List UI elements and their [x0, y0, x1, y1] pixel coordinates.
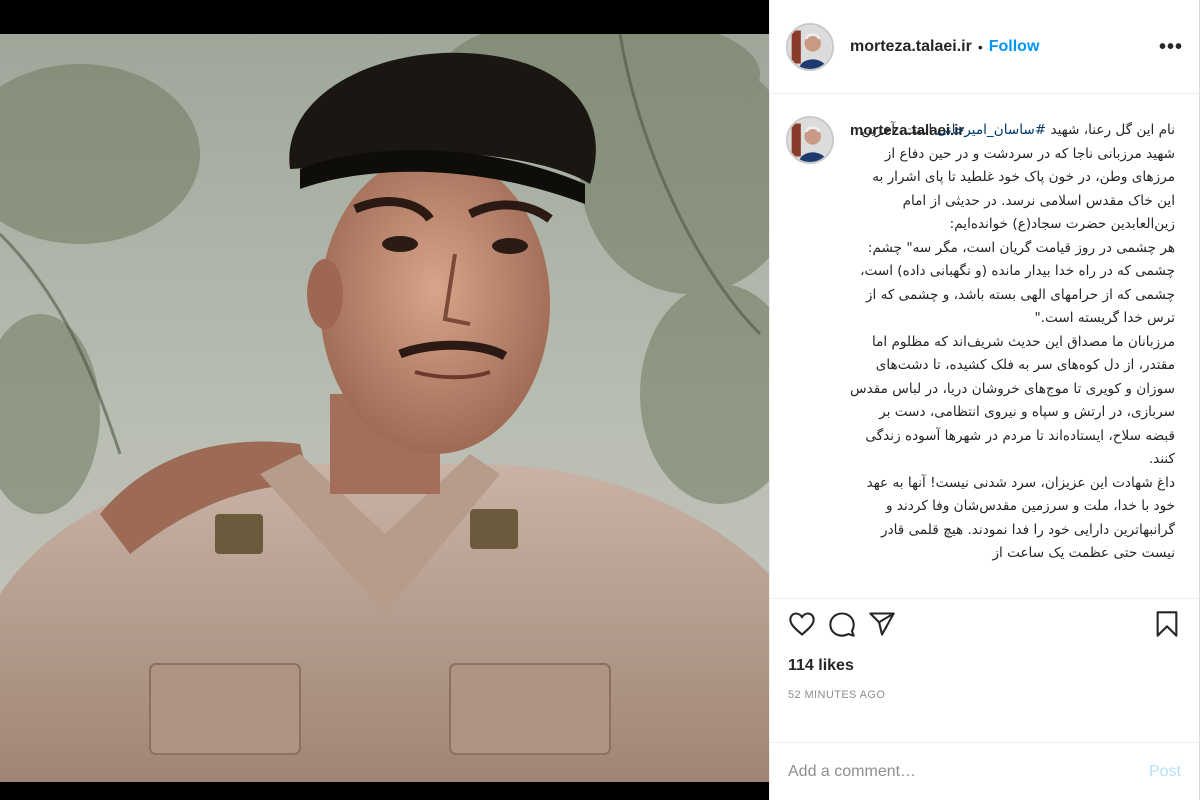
post-actions — [770, 599, 1199, 649]
caption-hashtag[interactable]: #ساسان_امیرخانی — [937, 122, 1047, 138]
avatar-image — [788, 24, 832, 69]
post-photo-area — [0, 0, 769, 800]
post-image[interactable] — [0, 34, 769, 782]
comments-section[interactable]: morteza.talaei.ir نام این گل رعنا، شهید … — [770, 94, 1199, 599]
caption-first-line: نام این گل رعنا، شهید — [1050, 122, 1175, 138]
avatar-image — [788, 118, 832, 162]
post-header: morteza.talaei.ir • Follow ••• — [770, 0, 1199, 94]
separator-dot: • — [977, 38, 983, 55]
heart-icon — [789, 612, 815, 636]
instagram-post: morteza.talaei.ir • Follow ••• morteza.t… — [0, 0, 1200, 800]
soldier-portrait-image — [0, 34, 769, 782]
post-timestamp[interactable]: 52 MINUTES AGO — [770, 689, 1199, 701]
avatar[interactable] — [786, 22, 834, 71]
like-button[interactable] — [782, 604, 822, 644]
share-button[interactable] — [862, 604, 902, 644]
caption-body: است، آخرین شهید مرزبانی ناجا که در سردشت… — [850, 122, 1175, 561]
likes-count[interactable]: 114 likes — [770, 657, 1199, 675]
caption-text: نام این گل رعنا، شهید #ساسان_امیرخانی اس… — [850, 119, 1175, 566]
comment-input[interactable] — [788, 762, 1149, 781]
more-options-icon[interactable]: ••• — [1159, 37, 1183, 57]
add-comment-bar: Post — [770, 742, 1199, 800]
post-details-panel: morteza.talaei.ir • Follow ••• morteza.t… — [769, 0, 1200, 800]
username[interactable]: morteza.talaei.ir — [850, 38, 972, 56]
caption: morteza.talaei.ir نام این گل رعنا، شهید … — [850, 116, 1175, 598]
save-button[interactable] — [1147, 604, 1187, 644]
comment-button[interactable] — [822, 604, 862, 644]
follow-button[interactable]: Follow — [989, 38, 1040, 56]
post-comment-button[interactable]: Post — [1149, 763, 1181, 781]
bookmark-icon — [1156, 611, 1178, 637]
comment-icon — [829, 612, 855, 637]
share-icon — [869, 612, 895, 636]
caption-avatar[interactable] — [786, 116, 834, 164]
